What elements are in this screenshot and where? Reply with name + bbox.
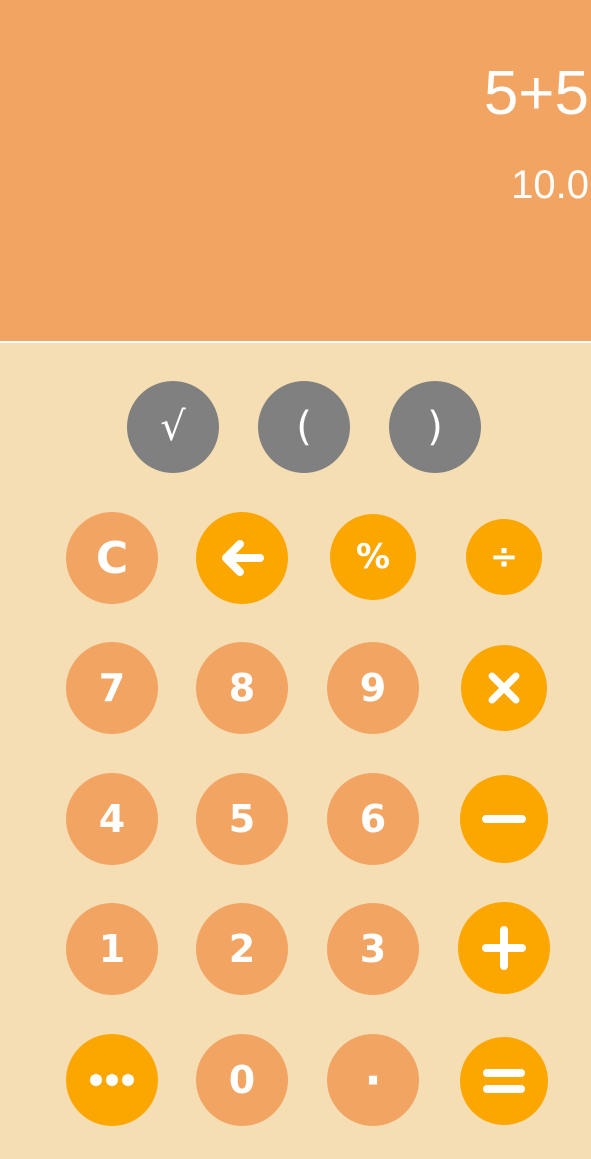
more-button[interactable] bbox=[66, 1034, 158, 1126]
nine-button[interactable]: 9 bbox=[327, 642, 419, 734]
sqrt-label: √ bbox=[160, 404, 186, 450]
open-paren-label: ( bbox=[296, 404, 312, 450]
left-arrow-icon bbox=[222, 540, 264, 576]
three-button[interactable]: 3 bbox=[327, 903, 419, 995]
divide-label: ÷ bbox=[489, 537, 519, 577]
expression-display: 5+5 bbox=[483, 59, 589, 128]
eight-button[interactable]: 8 bbox=[196, 642, 288, 734]
open-paren-button[interactable]: ( bbox=[258, 381, 350, 473]
one-button[interactable]: 1 bbox=[66, 903, 158, 995]
plus-icon bbox=[482, 926, 526, 970]
clear-label: C bbox=[95, 532, 129, 584]
sqrt-button[interactable]: √ bbox=[127, 381, 219, 473]
close-paren-button[interactable]: ) bbox=[389, 381, 481, 473]
two-label: 2 bbox=[228, 927, 256, 971]
six-label: 6 bbox=[359, 797, 387, 841]
nine-label: 9 bbox=[359, 666, 387, 710]
minus-button[interactable] bbox=[460, 775, 548, 863]
three-label: 3 bbox=[359, 927, 387, 971]
display-panel: 5+5 10.0 bbox=[0, 0, 591, 343]
seven-button[interactable]: 7 bbox=[66, 642, 158, 734]
equals-icon bbox=[483, 1069, 525, 1093]
two-button[interactable]: 2 bbox=[196, 903, 288, 995]
divide-button[interactable]: ÷ bbox=[466, 519, 542, 595]
eight-label: 8 bbox=[228, 666, 256, 710]
six-button[interactable]: 6 bbox=[327, 773, 419, 865]
zero-label: 0 bbox=[228, 1058, 256, 1102]
close-paren-label: ) bbox=[427, 404, 443, 450]
backspace-button[interactable] bbox=[196, 512, 288, 604]
plus-button[interactable] bbox=[458, 902, 550, 994]
four-label: 4 bbox=[98, 797, 126, 841]
multiply-button[interactable] bbox=[461, 645, 547, 731]
result-display: 10.0 bbox=[511, 163, 589, 207]
percent-label: % bbox=[355, 537, 391, 577]
clear-button[interactable]: C bbox=[66, 512, 158, 604]
five-label: 5 bbox=[228, 797, 256, 841]
equals-button[interactable] bbox=[460, 1037, 548, 1125]
decimal-button[interactable]: · bbox=[327, 1034, 419, 1126]
more-dots-icon bbox=[90, 1074, 134, 1086]
one-label: 1 bbox=[98, 927, 126, 971]
four-button[interactable]: 4 bbox=[66, 773, 158, 865]
decimal-label: · bbox=[364, 1053, 382, 1107]
minus-icon bbox=[482, 815, 526, 823]
calculator-app: 5+5 10.0 √ ( ) C % ÷ 7 8 9 4 5 6 1 2 3 0… bbox=[0, 0, 591, 1159]
zero-button[interactable]: 0 bbox=[196, 1034, 288, 1126]
five-button[interactable]: 5 bbox=[196, 773, 288, 865]
seven-label: 7 bbox=[98, 666, 126, 710]
multiply-icon bbox=[488, 672, 520, 704]
percent-button[interactable]: % bbox=[330, 514, 416, 600]
